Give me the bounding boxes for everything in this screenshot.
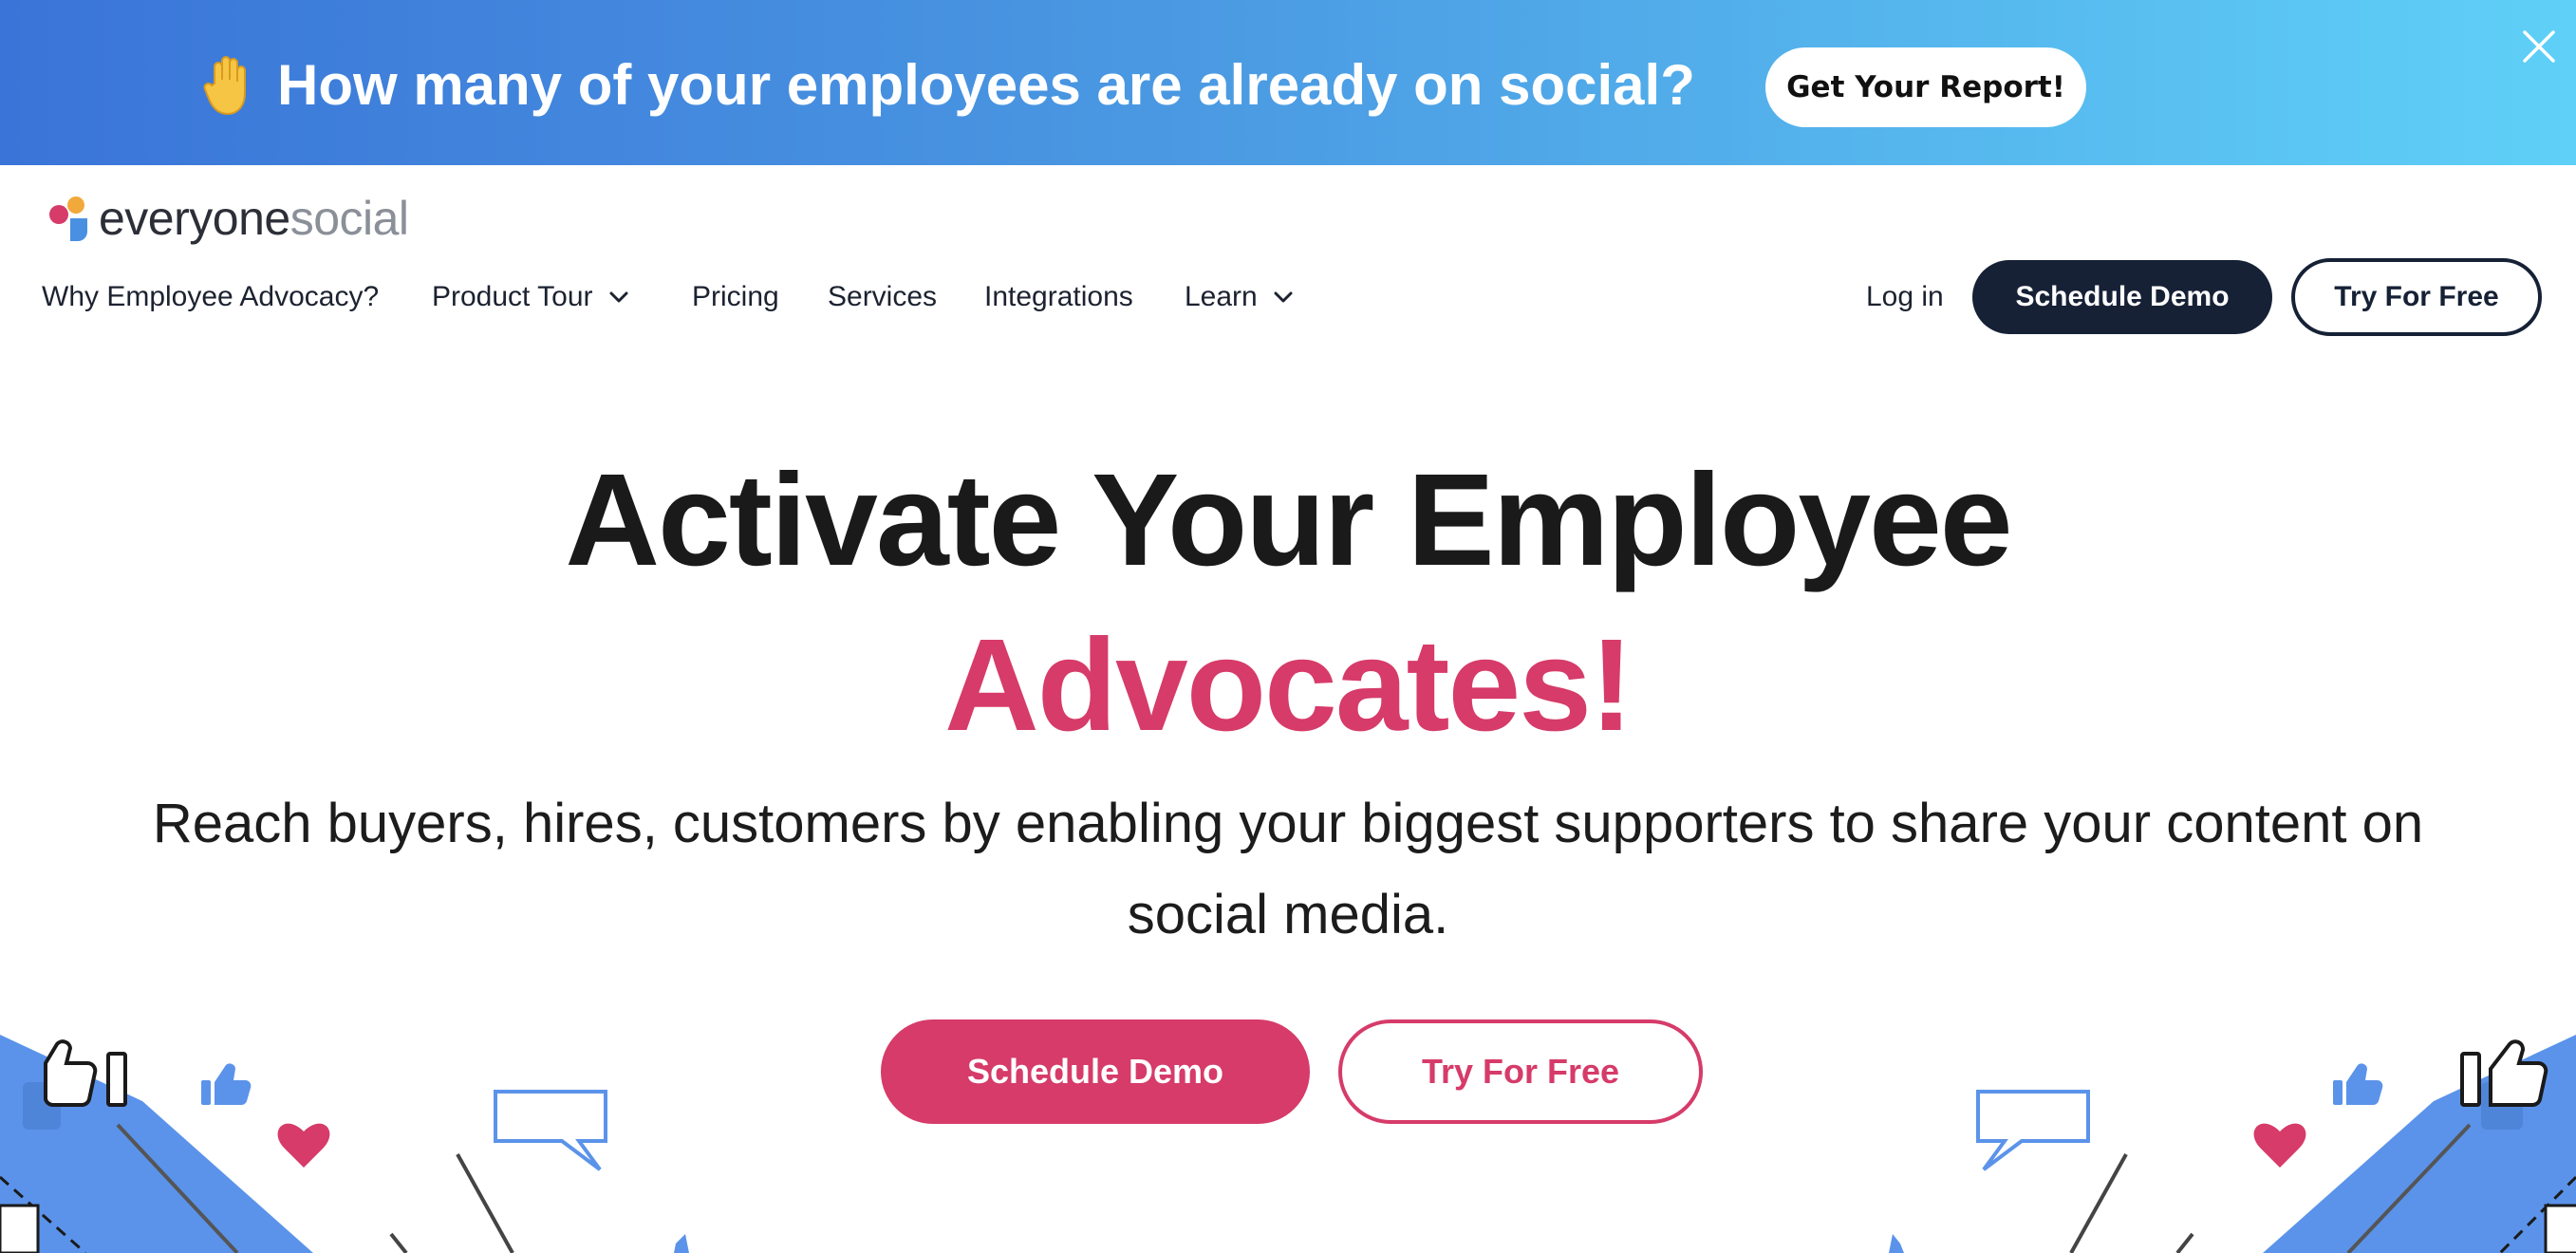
nav-label: Integrations xyxy=(984,281,1133,312)
thumbs-up-icon xyxy=(44,1039,127,1107)
close-icon[interactable] xyxy=(2519,27,2559,66)
line xyxy=(2175,1232,2194,1253)
announcement-banner: How many of your employees are already o… xyxy=(0,0,2576,165)
nav-label: Product Tour xyxy=(432,281,593,312)
blue-fragment xyxy=(1889,1234,1904,1253)
nav-label: Learn xyxy=(1185,281,1258,312)
header-schedule-demo-button[interactable]: Schedule Demo xyxy=(1972,260,2272,334)
hero-title-line1: Activate Your Employee xyxy=(565,447,2012,593)
nav-pricing[interactable]: Pricing xyxy=(692,273,779,321)
line xyxy=(389,1232,408,1253)
hero-schedule-demo-button[interactable]: Schedule Demo xyxy=(881,1019,1310,1124)
line xyxy=(2069,1153,2128,1253)
raised-hand-icon xyxy=(203,56,246,116)
nav-why-employee-advocacy[interactable]: Why Employee Advocacy? xyxy=(42,273,379,321)
hero-illustration-left xyxy=(0,1035,689,1253)
logo-wordmark: everyonesocial xyxy=(99,191,409,246)
hero-illustration-right xyxy=(1889,1035,2576,1253)
logo-text-everyone: everyone xyxy=(99,192,290,245)
hero-subtitle: Reach buyers, hires, customers by enabli… xyxy=(152,793,2424,945)
speech-bubble-icon xyxy=(494,1090,607,1171)
card xyxy=(0,1204,40,1253)
nav-product-tour[interactable]: Product Tour xyxy=(432,273,629,321)
heart-icon xyxy=(2253,1123,2306,1168)
nav-services[interactable]: Services xyxy=(828,273,937,321)
logo-text-social: social xyxy=(289,192,409,245)
thumbs-up-icon xyxy=(2333,1063,2383,1106)
blue-fragment xyxy=(674,1234,689,1253)
logo-mark-icon xyxy=(49,196,87,241)
card xyxy=(2544,1204,2576,1253)
header-try-free-button[interactable]: Try For Free xyxy=(2291,258,2542,336)
everyonesocial-logo[interactable]: everyonesocial xyxy=(46,188,409,249)
heart-icon xyxy=(277,1123,330,1168)
nav-label: Why Employee Advocacy? xyxy=(42,281,380,312)
nav-learn[interactable]: Learn xyxy=(1185,273,1294,321)
hero-title-line2: Advocates! xyxy=(944,612,1633,758)
speech-bubble-icon xyxy=(1976,1090,2090,1171)
thumbs-up-icon xyxy=(2460,1039,2548,1107)
line xyxy=(456,1153,514,1253)
nav-label: Services xyxy=(828,281,938,312)
nav-integrations[interactable]: Integrations xyxy=(984,273,1133,321)
nav-label: Pricing xyxy=(692,281,779,312)
get-report-button[interactable]: Get Your Report! xyxy=(1765,47,2086,127)
thumbs-up-icon xyxy=(201,1063,252,1106)
banner-headline: How many of your employees are already o… xyxy=(277,53,1695,117)
login-link[interactable]: Log in xyxy=(1866,273,1944,321)
chevron-down-icon xyxy=(609,291,628,303)
hero-try-free-button[interactable]: Try For Free xyxy=(1338,1019,1703,1124)
chevron-down-icon xyxy=(1274,291,1293,303)
